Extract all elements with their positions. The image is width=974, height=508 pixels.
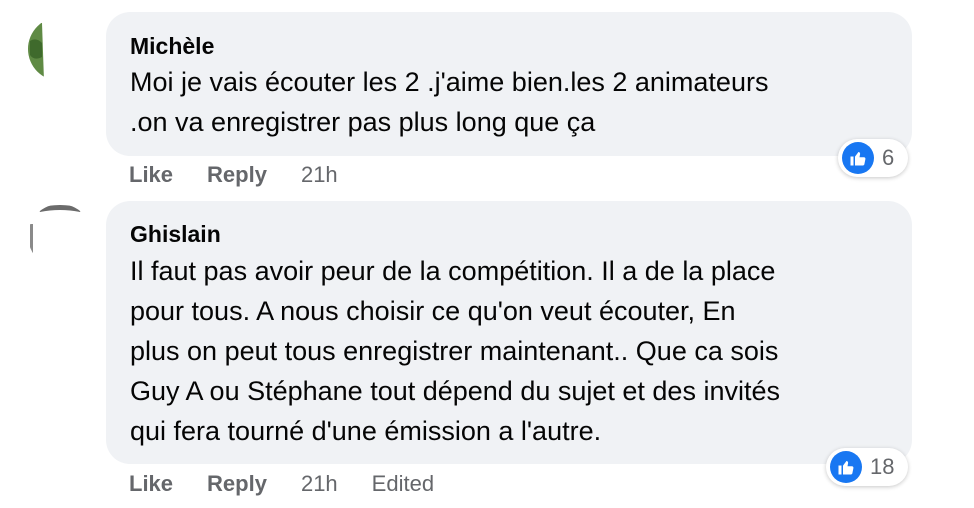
edited-label[interactable]: Edited (372, 471, 434, 497)
reply-button[interactable]: Reply (207, 471, 267, 497)
reaction-summary[interactable]: 18 (826, 448, 908, 486)
avatar[interactable] (28, 204, 92, 268)
comment-author[interactable]: Michèle (130, 33, 214, 60)
comment-bubble: Michèle Moi je vais écouter les 2 .j'aim… (106, 12, 912, 156)
reaction-count: 6 (882, 145, 895, 170)
thumbs-up-icon (830, 451, 862, 483)
avatar-image (28, 17, 92, 81)
like-button[interactable]: Like (129, 162, 173, 188)
reaction-summary[interactable]: 6 (838, 139, 908, 177)
comment-actions: Like Reply 21h (129, 161, 372, 189)
reply-button[interactable]: Reply (207, 162, 267, 188)
comment-bubble: Ghislain Il faut pas avoir peur de la co… (106, 201, 912, 464)
like-button[interactable]: Like (129, 471, 173, 497)
comment-timestamp[interactable]: 21h (301, 162, 338, 188)
comment-text: Il faut pas avoir peur de la compétition… (130, 256, 780, 446)
comment-timestamp[interactable]: 21h (301, 471, 338, 497)
comment-text: Moi je vais écouter les 2 .j'aime bien.l… (130, 67, 769, 137)
comment-actions: Like Reply 21h Edited (129, 470, 468, 498)
reaction-count: 18 (870, 454, 895, 479)
avatar[interactable] (28, 17, 92, 81)
thumbs-up-icon (842, 142, 874, 174)
comment-author[interactable]: Ghislain (130, 221, 221, 248)
avatar-image (28, 204, 92, 268)
